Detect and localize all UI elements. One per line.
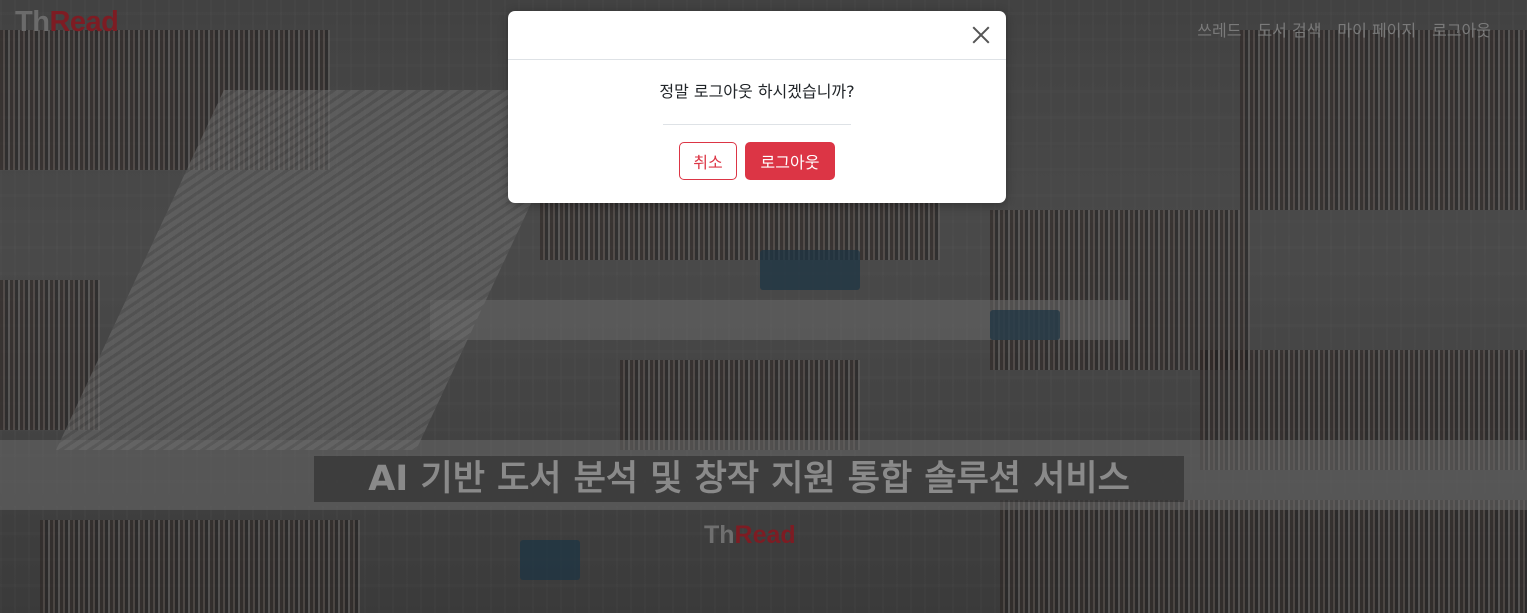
cancel-button[interactable]: 취소	[679, 142, 737, 180]
logo-read-text: Read	[49, 6, 119, 38]
hero-headline: AI 기반 도서 분석 및 창작 지원 통합 솔루션 서비스	[314, 456, 1184, 502]
nav-item-book-search[interactable]: 도서 검색	[1257, 17, 1321, 41]
modal-header	[508, 11, 1006, 60]
site-logo[interactable]: ThRead	[15, 6, 119, 39]
hero-logo: ThRead	[704, 521, 796, 550]
modal-divider	[663, 124, 851, 125]
logo-th-text: Th	[15, 6, 50, 38]
nav-item-threads[interactable]: 쓰레드	[1197, 17, 1241, 41]
modal-body: 정말 로그아웃 하시겠습니까? 취소 로그아웃	[508, 60, 1006, 180]
close-icon[interactable]	[968, 23, 992, 47]
confirm-logout-button[interactable]: 로그아웃	[745, 142, 835, 180]
modal-message: 정말 로그아웃 하시겠습니까?	[659, 82, 855, 101]
logout-confirm-modal: 정말 로그아웃 하시겠습니까? 취소 로그아웃	[508, 11, 1006, 203]
hero-logo-read-text: Read	[734, 521, 796, 549]
nav-item-my-page[interactable]: 마이 페이지	[1337, 17, 1416, 41]
nav-item-logout[interactable]: 로그아웃	[1432, 17, 1491, 41]
hero-logo-th-text: Th	[704, 521, 735, 549]
main-nav: 쓰레드 도서 검색 마이 페이지 로그아웃	[1197, 17, 1491, 41]
modal-actions: 취소 로그아웃	[508, 142, 1006, 180]
